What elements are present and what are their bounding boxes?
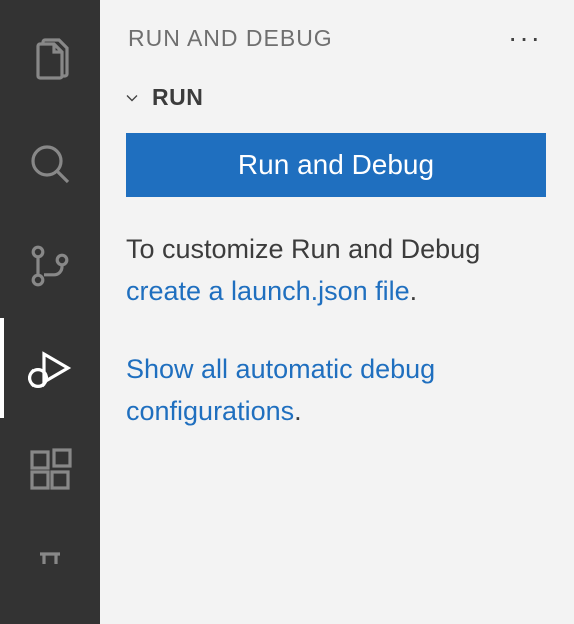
source-control-icon bbox=[26, 242, 74, 290]
panel-header: RUN AND DEBUG ··· bbox=[100, 0, 574, 64]
customize-suffix: . bbox=[410, 276, 418, 306]
customize-text: To customize Run and Debug create a laun… bbox=[126, 229, 546, 313]
show-all-suffix: . bbox=[294, 396, 302, 426]
beaker-icon bbox=[26, 548, 74, 596]
section-header[interactable]: RUN bbox=[122, 72, 546, 133]
activity-bar bbox=[0, 0, 100, 624]
chevron-down-icon bbox=[122, 88, 142, 108]
create-launch-json-link[interactable]: create a launch.json file bbox=[126, 276, 410, 306]
files-icon bbox=[26, 38, 74, 86]
customize-prefix: To customize Run and Debug bbox=[126, 234, 480, 264]
activity-extensions[interactable] bbox=[0, 420, 100, 520]
debug-icon bbox=[26, 344, 74, 392]
activity-more[interactable] bbox=[0, 522, 100, 622]
activity-search[interactable] bbox=[0, 114, 100, 214]
activity-explorer[interactable] bbox=[0, 12, 100, 112]
section-title: RUN bbox=[152, 84, 203, 111]
panel-title: RUN AND DEBUG bbox=[128, 25, 333, 52]
activity-source-control[interactable] bbox=[0, 216, 100, 316]
activity-run-debug[interactable] bbox=[0, 318, 100, 418]
show-all-text: Show all automatic debug configurations. bbox=[126, 349, 546, 433]
search-icon bbox=[26, 140, 74, 188]
extensions-icon bbox=[26, 446, 74, 494]
show-all-configs-link[interactable]: Show all automatic debug configurations bbox=[126, 354, 435, 426]
run-section: RUN Run and Debug To customize Run and D… bbox=[100, 64, 574, 468]
section-body: Run and Debug To customize Run and Debug… bbox=[122, 133, 546, 432]
run-debug-panel: RUN AND DEBUG ··· RUN Run and Debug To c… bbox=[100, 0, 574, 624]
run-and-debug-button[interactable]: Run and Debug bbox=[126, 133, 546, 197]
panel-more-actions[interactable]: ··· bbox=[508, 24, 546, 52]
